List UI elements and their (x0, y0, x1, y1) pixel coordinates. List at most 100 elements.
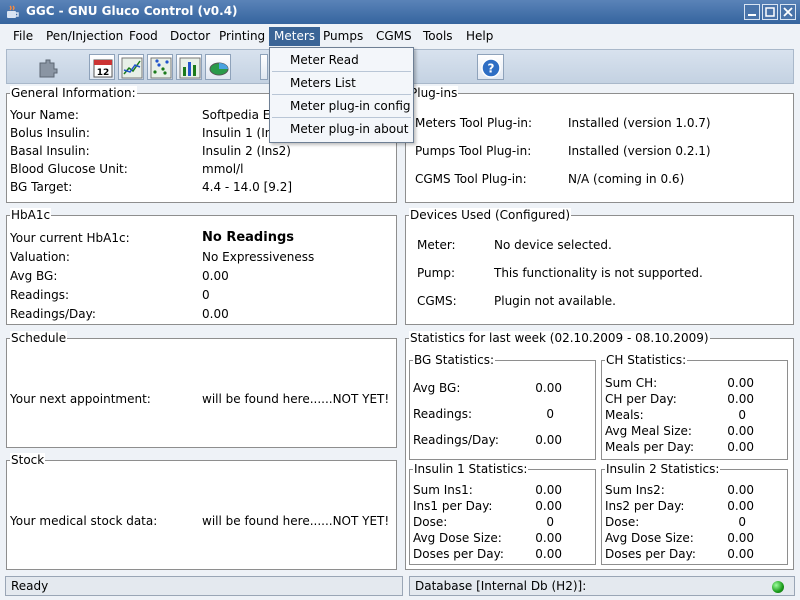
plugins-panel: Plug-ins Meters Tool Plug-in: Installed … (405, 86, 794, 203)
ch-sum-label: Sum CH: (605, 376, 658, 390)
ch-per-day-label: CH per Day: (605, 392, 677, 406)
panel-title: HbA1c (10, 208, 52, 222)
bar-chart-icon (179, 57, 201, 79)
ins1-doses-per-day-label: Doses per Day: (413, 547, 504, 561)
valuation-value: No Expressiveness (202, 250, 315, 264)
menu-help[interactable]: Help (461, 27, 498, 46)
line-graph-button[interactable] (118, 54, 144, 80)
menu-item-meter-plugin-config[interactable]: Meter plug-in config (270, 95, 413, 117)
calendar-button[interactable]: 12 (89, 54, 115, 80)
cgms-plugin-label: CGMS Tool Plug-in: (415, 172, 527, 186)
menu-food[interactable]: Food (124, 27, 163, 46)
minimize-button[interactable] (744, 4, 760, 20)
ins1-dose-value: 0 (546, 515, 554, 529)
menu-file[interactable]: File (8, 27, 38, 46)
insulin2-statistics-panel: Insulin 2 Statistics: Sum Ins2: 0.00 Ins… (601, 462, 788, 565)
meter-value: No device selected. (494, 238, 612, 252)
stock-value: will be found here......NOT YET! (202, 514, 390, 528)
panel-title: Stock (10, 453, 46, 467)
ins2-per-day-value: 0.00 (727, 499, 754, 513)
bg-unit-value: mmol/l (202, 162, 244, 176)
meals-per-day-label: Meals per Day: (605, 440, 695, 454)
ins1-per-day-label: Ins1 per Day: (413, 499, 493, 513)
menu-item-meter-plugin-about[interactable]: Meter plug-in about (270, 118, 413, 140)
menu-printing[interactable]: Printing (214, 27, 270, 46)
panel-title: Devices Used (Configured) (409, 208, 572, 222)
pie-chart-icon (209, 62, 229, 76)
meters-dropdown: Meter Read Meters List Meter plug-in con… (269, 47, 414, 143)
ins2-dose-label: Dose: (605, 515, 640, 529)
java-cup-icon (7, 5, 19, 18)
plugin-button[interactable] (33, 54, 59, 80)
bg-target-label: BG Target: (10, 180, 73, 194)
ins2-dose-value: 0 (738, 515, 746, 529)
bg-readings-value: 0 (546, 407, 554, 421)
panel-title: Plug-ins (409, 86, 459, 100)
avg-bg-label: Avg BG: (10, 269, 58, 283)
status-bar: Ready Database [Internal Db (H2)]: (0, 575, 800, 600)
close-button[interactable] (780, 4, 796, 20)
readings-per-day-label: Readings/Day: (10, 307, 96, 321)
menu-item-meters-list[interactable]: Meters List (270, 72, 413, 94)
pumps-plugin-label: Pumps Tool Plug-in: (415, 144, 532, 158)
menu-tools[interactable]: Tools (418, 27, 458, 46)
name-value: Softpedia Ed (202, 108, 278, 122)
basal-label: Basal Insulin: (10, 144, 90, 158)
schedule-panel: Schedule Your next appointment: will be … (6, 331, 397, 448)
bg-statistics-panel: BG Statistics: Avg BG: 0.00 Readings: 0 … (409, 353, 596, 460)
avg-meal-size-label: Avg Meal Size: (605, 424, 692, 438)
close-icon (783, 7, 793, 17)
meter-label: Meter: (417, 238, 456, 252)
statistics-panel: Statistics for last week (02.10.2009 - 0… (405, 331, 794, 570)
status-led-icon (772, 581, 784, 593)
bg-unit-label: Blood Glucose Unit: (10, 162, 128, 176)
ins2-doses-per-day-label: Doses per Day: (605, 547, 696, 561)
ins2-sum-label: Sum Ins2: (605, 483, 665, 497)
panel-title: BG Statistics: (413, 353, 496, 367)
cgms-value: Plugin not available. (494, 294, 616, 308)
meals-value: 0 (738, 408, 746, 422)
menu-pumps[interactable]: Pumps (318, 27, 368, 46)
scatter-graph-button[interactable] (147, 54, 173, 80)
ins1-sum-label: Sum Ins1: (413, 483, 473, 497)
hba1c-value: No Readings (202, 230, 294, 245)
readings-value: 0 (202, 288, 210, 302)
bg-readings-per-day-label: Readings/Day: (413, 433, 499, 447)
bg-target-value: 4.4 - 14.0 [9.2] (202, 180, 293, 194)
hba1c-label: Your current HbA1c: (10, 231, 130, 245)
ch-per-day-value: 0.00 (727, 392, 754, 406)
ins1-per-day-value: 0.00 (535, 499, 562, 513)
ins2-doses-per-day-value: 0.00 (727, 547, 754, 561)
ins2-sum-value: 0.00 (727, 483, 754, 497)
status-message: Ready (5, 576, 403, 596)
ch-statistics-panel: CH Statistics: Sum CH: 0.00 CH per Day: … (601, 353, 788, 460)
basal-value: Insulin 2 (Ins2) (202, 144, 291, 158)
ins1-avg-dose-value: 0.00 (535, 531, 562, 545)
meals-label: Meals: (605, 408, 644, 422)
name-label: Your Name: (10, 108, 79, 122)
pump-label: Pump: (417, 266, 455, 280)
hba1c-panel: HbA1c Your current HbA1c: No Readings Va… (6, 208, 397, 325)
menu-cgms[interactable]: CGMS (371, 27, 417, 46)
help-button[interactable]: ? (477, 54, 504, 80)
stock-panel: Stock Your medical stock data: will be f… (6, 453, 397, 570)
bar-chart-button[interactable] (176, 54, 202, 80)
cgms-label: CGMS: (417, 294, 457, 308)
window-title: GGC - GNU Gluco Control (v0.4) (26, 4, 238, 18)
menu-pen-injection[interactable]: Pen/Injection (41, 27, 128, 46)
maximize-icon (765, 7, 775, 17)
panel-title: Insulin 1 Statistics: (413, 462, 529, 476)
maximize-button[interactable] (762, 4, 778, 20)
svg-text:12: 12 (97, 68, 110, 78)
ins1-doses-per-day-value: 0.00 (535, 547, 562, 561)
avg-bg-value: 0.00 (202, 269, 229, 283)
bg-readings-label: Readings: (413, 407, 473, 421)
bolus-value: Insulin 1 (Ins (202, 126, 279, 140)
menu-item-meter-read[interactable]: Meter Read (270, 49, 413, 71)
menu-meters[interactable]: Meters (269, 27, 321, 46)
bolus-label: Bolus Insulin: (10, 126, 90, 140)
menu-doctor[interactable]: Doctor (165, 27, 215, 46)
devices-panel: Devices Used (Configured) Meter: No devi… (405, 208, 794, 325)
toolbar-button-partial[interactable] (260, 54, 268, 80)
pie-chart-button[interactable] (205, 54, 231, 80)
